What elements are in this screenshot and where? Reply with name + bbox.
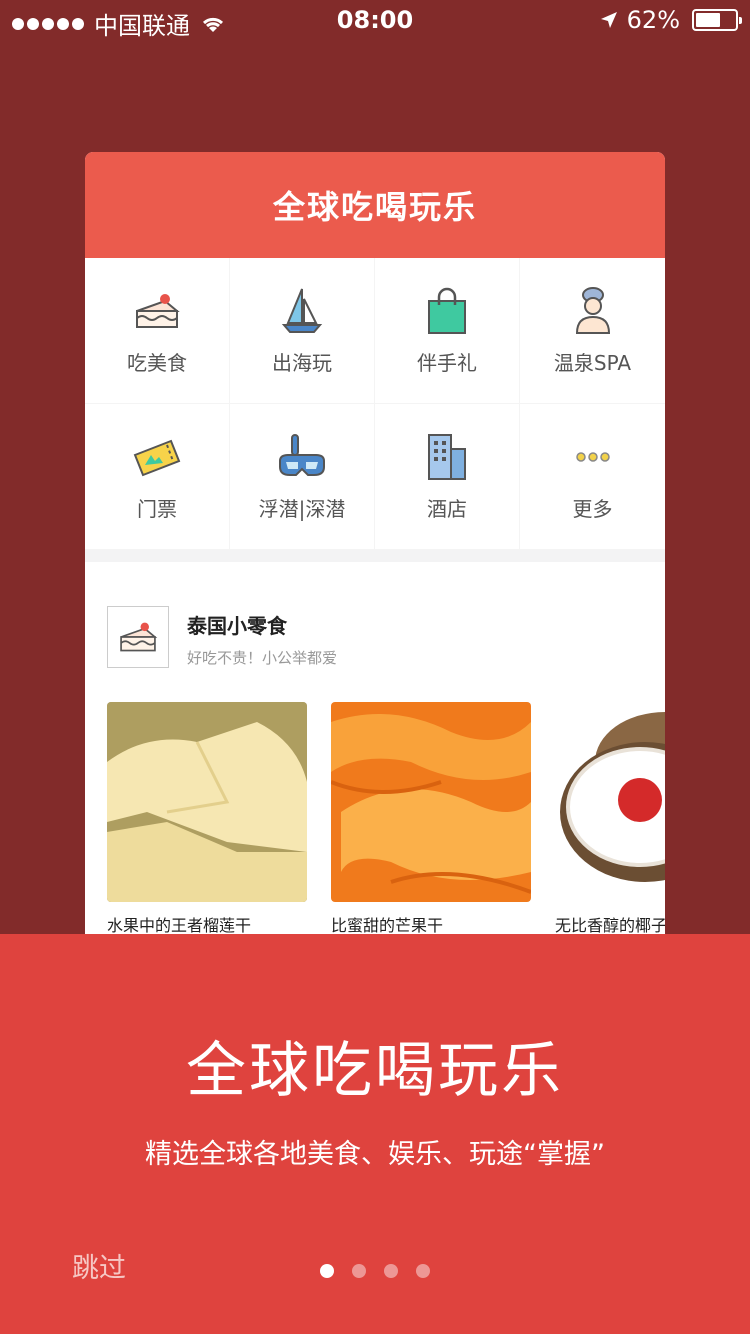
category-label: 更多 — [572, 497, 613, 521]
section-text: 泰国小零食 好吃不贵！小公举都爱 — [187, 606, 337, 668]
ticket-icon — [133, 439, 181, 477]
status-right: 62% — [599, 6, 742, 34]
more-dots-icon — [575, 452, 610, 462]
product-image-coconut — [555, 702, 665, 902]
product-list: 水果中的王者榴莲干 比蜜甜的芒果干 无比香醇的椰子 — [107, 702, 665, 934]
category-label: 浮潜|深潜 — [258, 497, 346, 521]
category-label: 出海玩 — [272, 351, 332, 375]
cake-icon — [120, 622, 158, 652]
category-label: 门票 — [137, 497, 177, 521]
battery-percent: 62% — [626, 6, 680, 34]
section-subtitle: 好吃不贵！小公举都爱 — [187, 649, 338, 667]
product-image-durian — [107, 702, 307, 902]
spa-person-icon — [575, 287, 610, 334]
section-header[interactable]: 泰国小零食 好吃不贵！小公举都爱 — [107, 606, 337, 668]
page-dot[interactable] — [352, 1264, 366, 1278]
product-card[interactable]: 比蜜甜的芒果干 — [331, 702, 531, 934]
product-name: 比蜜甜的芒果干 — [331, 916, 444, 934]
shopping-bag-icon — [428, 287, 466, 334]
location-arrow-icon — [600, 12, 617, 28]
hotel-building-icon — [428, 434, 466, 480]
page-dot[interactable] — [384, 1264, 398, 1278]
category-tickets[interactable]: 门票 — [85, 404, 230, 550]
category-hotel[interactable]: 酒店 — [375, 404, 520, 550]
snack-section: 泰国小零食 好吃不贵！小公举都爱 水果中的王者榴莲干 比蜜甜的芒果干 无比香醇的… — [85, 562, 665, 934]
status-bar: 中国联通 08:00 62% — [0, 0, 750, 40]
category-more[interactable]: 更多 — [520, 404, 665, 550]
product-image-mango — [331, 702, 531, 902]
page-indicator — [320, 1264, 430, 1278]
onboarding-panel: 全球吃喝玩乐 精选全球各地美食、娱乐、玩途“掌握” 跳过 — [0, 934, 750, 1334]
category-gift[interactable]: 伴手礼 — [375, 258, 520, 404]
card-header-title: 全球吃喝玩乐 — [85, 152, 665, 258]
page-dot[interactable] — [320, 1264, 334, 1278]
category-grid: 吃美食 出海玩 伴手礼 温泉SPA 门票 浮潜|深潜 酒店 更多 — [85, 258, 665, 550]
page-dot[interactable] — [416, 1264, 430, 1278]
product-card[interactable]: 无比香醇的椰子 — [555, 702, 665, 934]
battery-icon — [692, 9, 742, 31]
category-sea[interactable]: 出海玩 — [230, 258, 375, 404]
product-name: 水果中的王者榴莲干 — [107, 916, 252, 934]
section-title: 泰国小零食 — [187, 614, 287, 638]
cake-icon — [136, 294, 180, 328]
category-label: 酒店 — [427, 497, 467, 521]
product-name: 无比香醇的椰子 — [555, 916, 665, 934]
category-diving[interactable]: 浮潜|深潜 — [230, 404, 375, 550]
skip-button[interactable]: 跳过 — [72, 1246, 126, 1285]
category-label: 吃美食 — [127, 351, 187, 375]
battery-fill — [696, 13, 720, 27]
sailboat-icon — [281, 288, 323, 333]
product-card[interactable]: 水果中的王者榴莲干 — [107, 702, 307, 934]
onboarding-subtitle: 精选全球各地美食、娱乐、玩途“掌握” — [145, 1139, 605, 1170]
category-label: 温泉SPA — [553, 351, 632, 375]
category-food[interactable]: 吃美食 — [85, 258, 230, 404]
category-label: 伴手礼 — [417, 351, 477, 375]
onboarding-title: 全球吃喝玩乐 — [186, 1036, 564, 1106]
category-spa[interactable]: 温泉SPA — [520, 258, 665, 404]
app-preview-card: 全球吃喝玩乐 吃美食 出海玩 伴手礼 温泉SPA 门票 浮潜|深潜 酒店 更多 … — [85, 152, 665, 934]
section-thumbnail — [107, 606, 169, 668]
diving-mask-icon — [279, 434, 325, 476]
